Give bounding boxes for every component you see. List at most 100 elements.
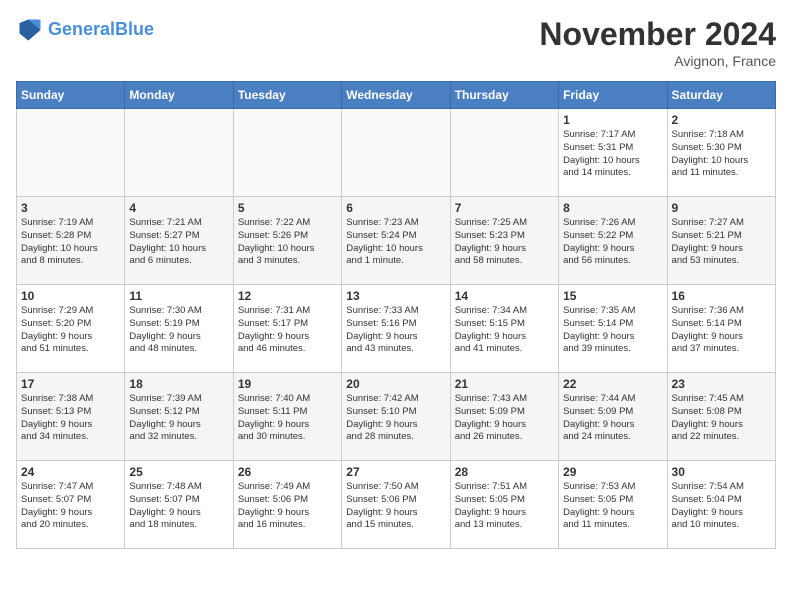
weekday-header: Monday [125, 82, 233, 109]
calendar-cell: 10 Sunrise: 7:29 AM Sunset: 5:20 PM Dayli… [17, 285, 125, 373]
day-number: 17 [21, 377, 120, 391]
day-info: Sunrise: 7:42 AM Sunset: 5:10 PM Dayligh… [346, 393, 445, 444]
day-number: 30 [672, 465, 771, 479]
day-number: 27 [346, 465, 445, 479]
calendar-week-row: 17Sunrise: 7:38 AM Sunset: 5:13 PM Dayli… [17, 373, 776, 461]
day-number: 5 [238, 201, 337, 215]
calendar-week-row: 24 Sunrise: 7:47 AM Sunset: 5:07 PM Dayli… [17, 461, 776, 549]
calendar-cell: 24 Sunrise: 7:47 AM Sunset: 5:07 PM Dayli… [17, 461, 125, 549]
calendar-cell: 19 Sunrise: 7:40 AM Sunset: 5:11 PM Dayli… [233, 373, 341, 461]
day-number: 18 [129, 377, 228, 391]
day-number: 23 [672, 377, 771, 391]
title-block: November 2024 Avignon, France [539, 16, 776, 69]
day-info: Sunrise: 7:29 AM Sunset: 5:20 PM Dayligh… [21, 305, 120, 356]
day-number: 14 [455, 289, 554, 303]
calendar-cell: 8 Sunrise: 7:26 AM Sunset: 5:22 PM Daylig… [559, 197, 667, 285]
day-number: 10 [21, 289, 120, 303]
day-number: 15 [563, 289, 662, 303]
calendar-table: SundayMondayTuesdayWednesdayThursdayFrid… [16, 81, 776, 549]
day-info: Sunrise: 7:17 AM Sunset: 5:31 PM Dayligh… [563, 129, 662, 180]
day-info: Sunrise: 7:26 AM Sunset: 5:22 PM Dayligh… [563, 217, 662, 268]
day-info: Sunrise: 7:48 AM Sunset: 5:07 PM Dayligh… [129, 481, 228, 532]
day-info: Sunrise: 7:51 AM Sunset: 5:05 PM Dayligh… [455, 481, 554, 532]
calendar-cell: 12 Sunrise: 7:31 AM Sunset: 5:17 PM Dayli… [233, 285, 341, 373]
calendar-cell: 21 Sunrise: 7:43 AM Sunset: 5:09 PM Dayli… [450, 373, 558, 461]
logo-icon [16, 16, 44, 44]
day-number: 19 [238, 377, 337, 391]
day-info: Sunrise: 7:53 AM Sunset: 5:05 PM Dayligh… [563, 481, 662, 532]
day-info: Sunrise: 7:33 AM Sunset: 5:16 PM Dayligh… [346, 305, 445, 356]
calendar-cell [342, 109, 450, 197]
day-info: Sunrise: 7:21 AM Sunset: 5:27 PM Dayligh… [129, 217, 228, 268]
day-info: Sunrise: 7:36 AM Sunset: 5:14 PM Dayligh… [672, 305, 771, 356]
day-info: Sunrise: 7:40 AM Sunset: 5:11 PM Dayligh… [238, 393, 337, 444]
day-info: Sunrise: 7:23 AM Sunset: 5:24 PM Dayligh… [346, 217, 445, 268]
calendar-cell: 28 Sunrise: 7:51 AM Sunset: 5:05 PM Dayli… [450, 461, 558, 549]
calendar-cell: 22 Sunrise: 7:44 AM Sunset: 5:09 PM Dayli… [559, 373, 667, 461]
day-info: Sunrise: 7:34 AM Sunset: 5:15 PM Dayligh… [455, 305, 554, 356]
weekday-header: Thursday [450, 82, 558, 109]
day-number: 24 [21, 465, 120, 479]
calendar-cell: 25 Sunrise: 7:48 AM Sunset: 5:07 PM Dayli… [125, 461, 233, 549]
calendar-cell [450, 109, 558, 197]
calendar-week-row: 1 Sunrise: 7:17 AM Sunset: 5:31 PM Daylig… [17, 109, 776, 197]
day-number: 26 [238, 465, 337, 479]
day-number: 6 [346, 201, 445, 215]
calendar-cell: 3 Sunrise: 7:19 AM Sunset: 5:28 PM Daylig… [17, 197, 125, 285]
day-info: Sunrise: 7:19 AM Sunset: 5:28 PM Dayligh… [21, 217, 120, 268]
calendar-cell: 7Sunrise: 7:25 AM Sunset: 5:23 PM Daylig… [450, 197, 558, 285]
calendar-cell: 14 Sunrise: 7:34 AM Sunset: 5:15 PM Dayli… [450, 285, 558, 373]
calendar-cell: 26Sunrise: 7:49 AM Sunset: 5:06 PM Dayli… [233, 461, 341, 549]
day-number: 7 [455, 201, 554, 215]
weekday-header: Saturday [667, 82, 775, 109]
calendar-cell: 15 Sunrise: 7:35 AM Sunset: 5:14 PM Dayli… [559, 285, 667, 373]
logo-text: GeneralBlue [48, 20, 154, 40]
weekday-header: Tuesday [233, 82, 341, 109]
day-number: 22 [563, 377, 662, 391]
day-number: 8 [563, 201, 662, 215]
day-info: Sunrise: 7:45 AM Sunset: 5:08 PM Dayligh… [672, 393, 771, 444]
day-number: 16 [672, 289, 771, 303]
calendar-cell [233, 109, 341, 197]
calendar-week-row: 3 Sunrise: 7:19 AM Sunset: 5:28 PM Daylig… [17, 197, 776, 285]
day-info: Sunrise: 7:54 AM Sunset: 5:04 PM Dayligh… [672, 481, 771, 532]
day-number: 25 [129, 465, 228, 479]
day-info: Sunrise: 7:50 AM Sunset: 5:06 PM Dayligh… [346, 481, 445, 532]
day-info: Sunrise: 7:18 AM Sunset: 5:30 PM Dayligh… [672, 129, 771, 180]
day-number: 13 [346, 289, 445, 303]
location-subtitle: Avignon, France [539, 53, 776, 69]
month-title: November 2024 [539, 16, 776, 53]
day-info: Sunrise: 7:43 AM Sunset: 5:09 PM Dayligh… [455, 393, 554, 444]
day-number: 4 [129, 201, 228, 215]
day-number: 3 [21, 201, 120, 215]
calendar-cell: 9Sunrise: 7:27 AM Sunset: 5:21 PM Daylig… [667, 197, 775, 285]
calendar-cell: 20 Sunrise: 7:42 AM Sunset: 5:10 PM Dayli… [342, 373, 450, 461]
weekday-header: Friday [559, 82, 667, 109]
calendar-cell: 16 Sunrise: 7:36 AM Sunset: 5:14 PM Dayli… [667, 285, 775, 373]
day-number: 20 [346, 377, 445, 391]
weekday-header: Wednesday [342, 82, 450, 109]
day-number: 29 [563, 465, 662, 479]
calendar-cell: 4 Sunrise: 7:21 AM Sunset: 5:27 PM Daylig… [125, 197, 233, 285]
day-info: Sunrise: 7:35 AM Sunset: 5:14 PM Dayligh… [563, 305, 662, 356]
day-number: 12 [238, 289, 337, 303]
calendar-cell: 30 Sunrise: 7:54 AM Sunset: 5:04 PM Dayli… [667, 461, 775, 549]
page-header: GeneralBlue November 2024 Avignon, Franc… [16, 16, 776, 69]
day-number: 28 [455, 465, 554, 479]
day-info: Sunrise: 7:31 AM Sunset: 5:17 PM Dayligh… [238, 305, 337, 356]
day-number: 1 [563, 113, 662, 127]
calendar-cell: 27 Sunrise: 7:50 AM Sunset: 5:06 PM Dayli… [342, 461, 450, 549]
day-number: 2 [672, 113, 771, 127]
calendar-cell: 29 Sunrise: 7:53 AM Sunset: 5:05 PM Dayli… [559, 461, 667, 549]
day-number: 21 [455, 377, 554, 391]
logo: GeneralBlue [16, 16, 154, 44]
day-info: Sunrise: 7:47 AM Sunset: 5:07 PM Dayligh… [21, 481, 120, 532]
calendar-cell [125, 109, 233, 197]
calendar-cell: 6 Sunrise: 7:23 AM Sunset: 5:24 PM Daylig… [342, 197, 450, 285]
day-info: Sunrise: 7:44 AM Sunset: 5:09 PM Dayligh… [563, 393, 662, 444]
calendar-cell: 11Sunrise: 7:30 AM Sunset: 5:19 PM Dayli… [125, 285, 233, 373]
calendar-cell: 23 Sunrise: 7:45 AM Sunset: 5:08 PM Dayli… [667, 373, 775, 461]
calendar-cell: 17Sunrise: 7:38 AM Sunset: 5:13 PM Dayli… [17, 373, 125, 461]
day-info: Sunrise: 7:27 AM Sunset: 5:21 PM Dayligh… [672, 217, 771, 268]
calendar-cell: 5Sunrise: 7:22 AM Sunset: 5:26 PM Daylig… [233, 197, 341, 285]
